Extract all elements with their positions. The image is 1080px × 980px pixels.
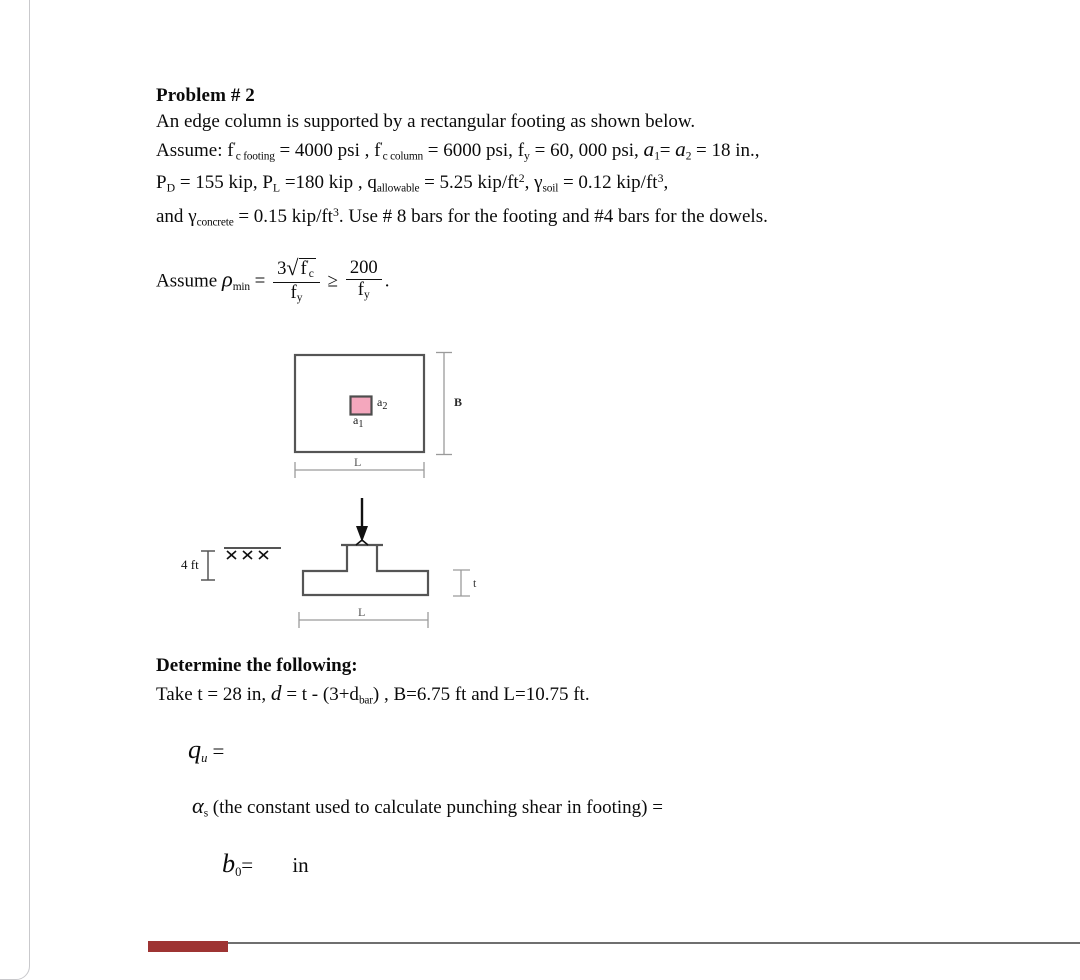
page-title: Problem # 2 xyxy=(156,85,255,106)
label-a1: a1 xyxy=(353,413,364,430)
rho-subscript: min xyxy=(232,281,250,294)
rho-denominator: fy xyxy=(290,281,303,304)
label-B: B xyxy=(454,395,463,409)
pl-symbol: PL xyxy=(262,172,281,195)
answer-qu: qu = xyxy=(188,735,225,765)
rho-equals: = xyxy=(254,270,266,292)
q-allowable-symbol: qallowable xyxy=(367,172,420,195)
assumptions-line-2: PD = 155 kip, PL =180 kip , qallowable =… xyxy=(156,173,668,195)
alpha-subscript: s xyxy=(203,807,208,820)
fy-value: = 60, 000 psi, xyxy=(534,140,639,161)
rho-period: . xyxy=(384,270,390,292)
gamma-soil-symbol: γsoil xyxy=(534,172,559,195)
d-symbol: d xyxy=(270,681,282,705)
b0-symbol: b xyxy=(222,849,236,878)
d-expression: = t - (3+dbar) , xyxy=(286,684,389,707)
qu-subscript: u xyxy=(201,750,208,765)
rho-fraction-right: 200 fy xyxy=(345,258,382,301)
fy-symbol: fy xyxy=(517,140,530,163)
problem-intro: An edge column is supported by a rectang… xyxy=(156,111,696,132)
label-a2: a2 xyxy=(377,395,388,412)
a-equals: = xyxy=(659,140,671,161)
rho-fraction-left: 3√ f'c fy xyxy=(273,256,320,305)
gamma-concrete-symbol: γconcrete xyxy=(188,206,234,229)
take-tail: B=6.75 ft and L=10.75 ft. xyxy=(393,684,590,705)
rho-min-formula: Assume ρmin = 3√ f'c fy ≥ 200 fy . xyxy=(156,256,390,307)
assume-prefix: Assume: xyxy=(156,140,223,161)
take-line: Take t = 28 in, d = t - (3+dbar) , B=6.7… xyxy=(156,681,590,707)
ground-hatch-icon xyxy=(224,547,281,560)
load-arrow-icon xyxy=(356,498,368,542)
bottom-progress-bar xyxy=(148,941,228,952)
footing-diagram: a2 a1 B L 4 ft t L xyxy=(0,330,520,630)
pl-value: =180 kip , xyxy=(284,172,363,194)
pd-value: = 155 kip, xyxy=(179,172,258,194)
determine-heading: Determine the following: xyxy=(156,655,358,676)
rho-numerator: 3√ f'c xyxy=(273,256,320,283)
rho-symbol: ρ xyxy=(221,266,233,292)
label-thickness-t: t xyxy=(473,576,477,590)
label-depth-4ft: 4 ft xyxy=(181,557,199,572)
fc-footing-symbol: f'c footing xyxy=(227,139,275,163)
plan-column-square xyxy=(349,395,373,416)
label-L-plan: L xyxy=(354,455,362,469)
rho-prefix: Assume xyxy=(156,270,218,292)
a-value: = 18 in., xyxy=(696,140,760,161)
a2-symbol: a xyxy=(675,137,686,161)
q-allowable-value: = 5.25 kip/ft2, xyxy=(424,172,530,194)
fc-column-symbol: f'c column xyxy=(374,139,424,163)
a2-subscript: 2 xyxy=(685,150,692,163)
take-prefix: Take t = 28 in, xyxy=(156,684,267,705)
label-L-elevation: L xyxy=(358,605,366,619)
answer-b0: b0= in xyxy=(222,849,309,878)
rho-rhs-denominator: fy xyxy=(357,278,370,301)
alpha-symbol: α xyxy=(192,793,204,818)
qu-equals: = xyxy=(212,739,225,763)
alpha-description: (the constant used to calculate punching… xyxy=(212,797,663,818)
assumptions-line-3: and γconcrete = 0.15 kip/ft3. Use # 8 ba… xyxy=(156,207,768,229)
gamma-soil-value: = 0.12 kip/ft3, xyxy=(562,172,669,194)
bottom-divider xyxy=(148,942,1080,944)
qu-symbol: q xyxy=(188,735,202,764)
pd-symbol: PD xyxy=(156,172,176,195)
plan-dimension-B xyxy=(436,351,452,456)
elevation-dimension-depth xyxy=(201,550,215,581)
elevation-dimension-thickness xyxy=(453,569,470,597)
b0-unit: in xyxy=(292,853,309,877)
b0-equals: = xyxy=(241,853,254,877)
rho-relation: ≥ xyxy=(327,270,339,292)
answer-alpha-s: αs (the constant used to calculate punch… xyxy=(192,793,663,820)
fc-footing-value: = 4000 psi , xyxy=(279,140,370,161)
gamma-concrete-value: = 0.15 kip/ft3 xyxy=(238,206,339,228)
plan-view xyxy=(293,353,426,454)
elevation-footing-outline xyxy=(301,543,430,597)
rho-rhs-numerator: 200 xyxy=(345,258,382,280)
fc-column-value: = 6000 psi, xyxy=(427,140,513,161)
document-page: Problem # 2 An edge column is supported … xyxy=(0,0,1080,952)
a1-symbol: a xyxy=(643,137,655,161)
assumptions-line-1: Assume: f'c footing = 4000 psi , f'c col… xyxy=(156,137,760,163)
gamma-line-tail: . Use # 8 bars for the footing and #4 ba… xyxy=(338,206,768,228)
gamma-line-prefix: and xyxy=(156,206,184,228)
